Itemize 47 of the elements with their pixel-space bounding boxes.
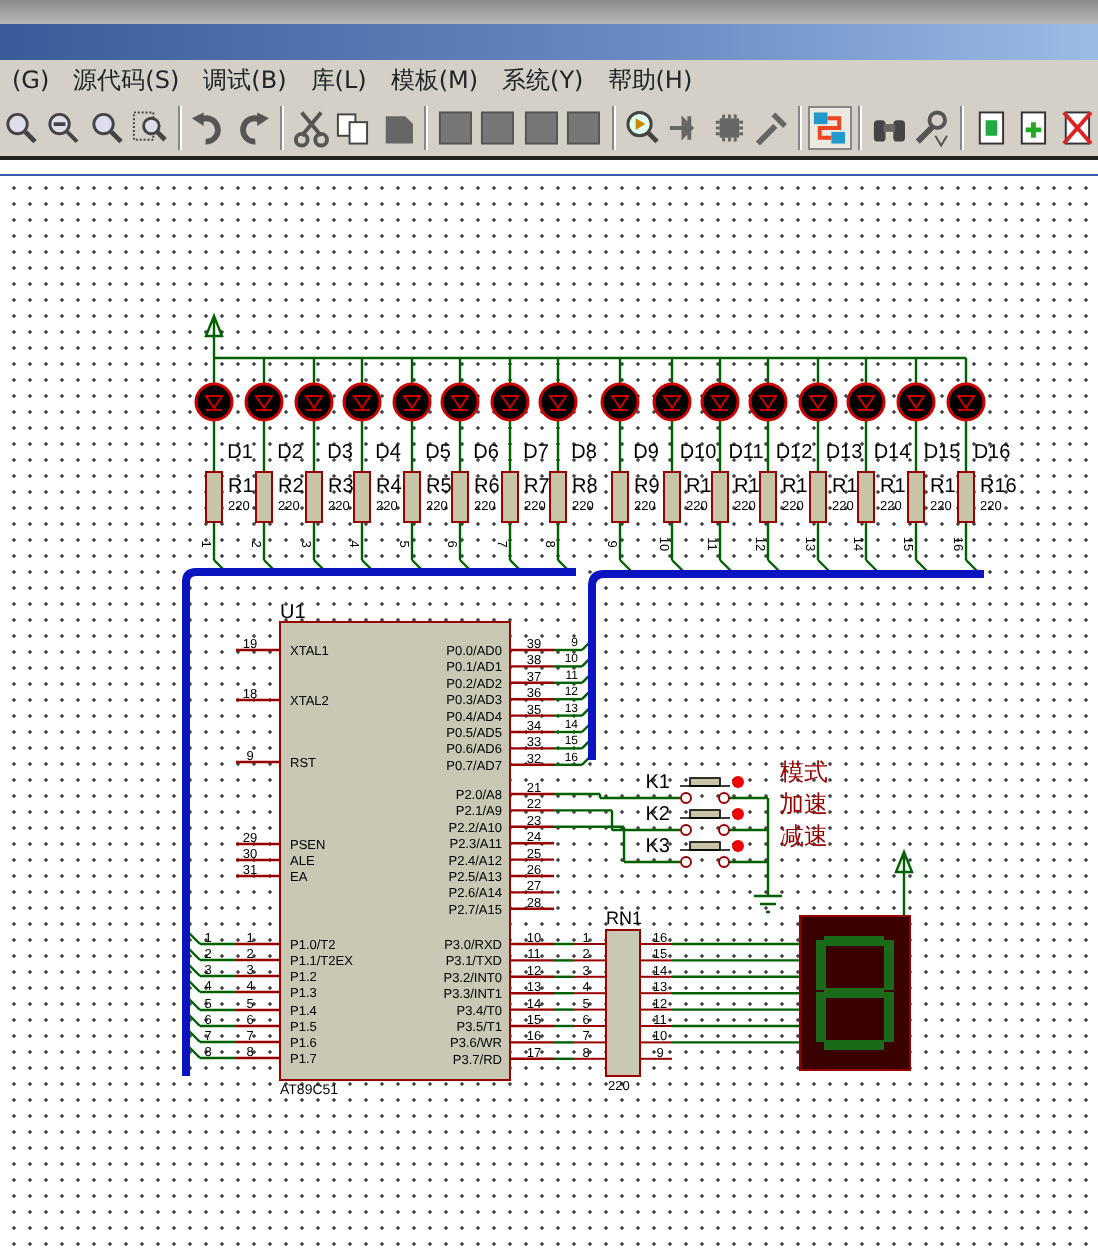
component-label: R5 [426,476,452,498]
component-label: R7 [524,476,550,498]
component-label: D16 [973,442,1011,464]
component-label: D1 [227,442,253,464]
component-label: R8 [572,476,598,498]
component-label: D5 [425,442,451,464]
component-label: D9 [633,442,659,464]
component-label: K3 [645,836,670,858]
component-label: R1 [734,476,760,498]
component-label: D12 [775,442,813,464]
component-label: D4 [375,442,401,464]
component-label: D3 [327,442,353,464]
component-label: R1 [930,476,956,498]
component-label: D13 [825,442,863,464]
component-label: R9 [634,476,660,498]
component-label: RN1 [606,908,643,928]
menu-item[interactable]: 模板(M) [378,60,491,100]
menu-item[interactable]: 源代码(S) [61,60,192,100]
component-label: K2 [645,804,670,826]
component-label: D7 [523,442,549,464]
component-label: R6 [474,476,500,498]
component-label: R2 [278,476,304,498]
component-label: K1 [645,772,670,794]
component-label: R1 [782,476,808,498]
component-label: R1 [832,476,858,498]
switch-label: 模式 [780,758,828,786]
component-label: R1 [228,476,254,498]
menu-item[interactable]: 系统(Y) [490,60,596,100]
switch-label: 减速 [780,822,828,850]
menu-item[interactable]: 调试(B) [191,60,299,100]
component-label: D2 [277,442,303,464]
component-label: D15 [923,442,961,464]
component-label: R16 [980,476,1017,498]
component-label: R4 [376,476,402,498]
menu-item[interactable]: 帮助(H) [595,60,705,100]
component-label: D10 [679,442,717,464]
menu-item[interactable]: 库(L) [298,60,379,100]
component-label: R1 [880,476,906,498]
component-label: D8 [571,442,597,464]
component-label: R1 [686,476,712,498]
menu-item[interactable]: (G) [0,60,62,100]
switch-label: 加速 [780,790,828,818]
component-label: D14 [873,442,911,464]
component-label: D6 [473,442,499,464]
component-label: D11 [728,442,764,464]
component-label: U1 [280,602,306,624]
component-label: R3 [328,476,354,498]
